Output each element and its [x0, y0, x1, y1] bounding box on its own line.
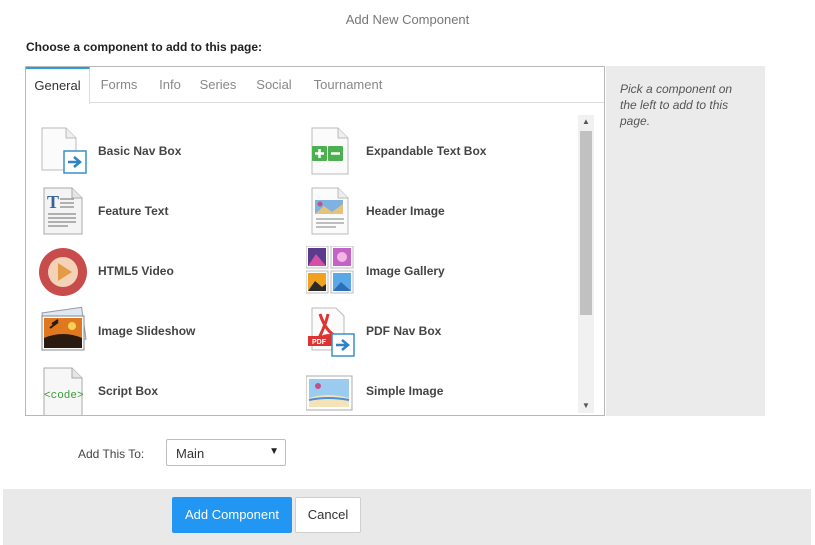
component-label: PDF Nav Box	[366, 324, 442, 338]
help-panel: Pick a component on the left to add to t…	[606, 66, 765, 416]
component-header-image[interactable]: Header Image	[306, 184, 566, 240]
scroll-thumb[interactable]	[580, 131, 592, 315]
component-image-slideshow[interactable]: Image Slideshow	[38, 304, 298, 360]
component-label: Image Gallery	[366, 264, 445, 278]
component-script-box[interactable]: <code> Script Box	[38, 364, 298, 415]
component-basic-nav-box[interactable]: Basic Nav Box	[38, 124, 298, 180]
add-to-label: Add This To:	[78, 447, 145, 461]
image-doc-icon	[311, 187, 349, 235]
component-label: Basic Nav Box	[98, 144, 182, 158]
add-to-select[interactable]: Main ▼	[166, 439, 286, 466]
tab-forms[interactable]: Forms	[92, 67, 146, 103]
tab-social[interactable]: Social	[250, 67, 298, 103]
scroll-down-icon[interactable]: ▼	[578, 399, 594, 413]
gallery-icon	[306, 246, 354, 294]
component-label: Image Slideshow	[98, 324, 196, 338]
doc-arrow-icon	[41, 127, 87, 174]
pdf-arrow-icon: PDF	[308, 307, 355, 357]
dialog-footer: Add Component Cancel	[3, 489, 811, 545]
slideshow-icon	[41, 306, 87, 351]
instruction-text: Choose a component to add to this page:	[26, 40, 263, 54]
help-text: Pick a component on the left to add to t…	[620, 82, 733, 128]
component-label: Header Image	[366, 204, 445, 218]
component-label: Simple Image	[366, 384, 444, 398]
dialog-title: Add New Component	[345, 12, 470, 27]
component-picker: General Forms Info Series Social Tournam…	[25, 66, 605, 416]
add-component-button[interactable]: Add Component	[172, 497, 292, 533]
cancel-button[interactable]: Cancel	[295, 497, 361, 533]
component-label: Feature Text	[98, 204, 169, 218]
component-image-gallery[interactable]: Image Gallery	[306, 244, 566, 300]
component-html5-video[interactable]: HTML5 Video	[38, 244, 298, 300]
grid-scrollbar[interactable]: ▲ ▼	[578, 115, 594, 413]
scroll-up-icon[interactable]: ▲	[578, 115, 594, 129]
tab-general[interactable]: General	[26, 67, 90, 104]
component-label: Script Box	[98, 384, 159, 398]
component-pdf-nav-box[interactable]: PDF PDF Nav Box	[306, 304, 566, 360]
component-simple-image[interactable]: Simple Image	[306, 364, 566, 415]
component-expandable-text-box[interactable]: Expandable Text Box	[306, 124, 566, 180]
svg-text:<code>: <code>	[44, 390, 84, 402]
component-feature-text[interactable]: T Feature Text	[38, 184, 298, 240]
play-icon	[39, 248, 87, 296]
tab-info[interactable]: Info	[150, 67, 190, 103]
component-label: Expandable Text Box	[366, 144, 487, 158]
code-doc-icon: <code>	[43, 367, 84, 415]
svg-text:T: T	[47, 192, 59, 212]
plus-minus-doc-icon	[311, 127, 349, 175]
component-grid: Basic Nav Box Expandable Text Box T Feat…	[26, 104, 578, 415]
tab-series[interactable]: Series	[194, 67, 242, 103]
dropdown-arrow-icon: ▼	[269, 446, 279, 457]
tab-tournament[interactable]: Tournament	[306, 67, 390, 103]
text-doc-icon: T	[43, 187, 83, 235]
image-icon	[306, 375, 353, 411]
tab-bar: General Forms Info Series Social Tournam…	[26, 67, 604, 104]
add-to-value: Main	[176, 446, 205, 461]
component-label: HTML5 Video	[98, 264, 174, 278]
svg-text:PDF: PDF	[312, 339, 327, 346]
